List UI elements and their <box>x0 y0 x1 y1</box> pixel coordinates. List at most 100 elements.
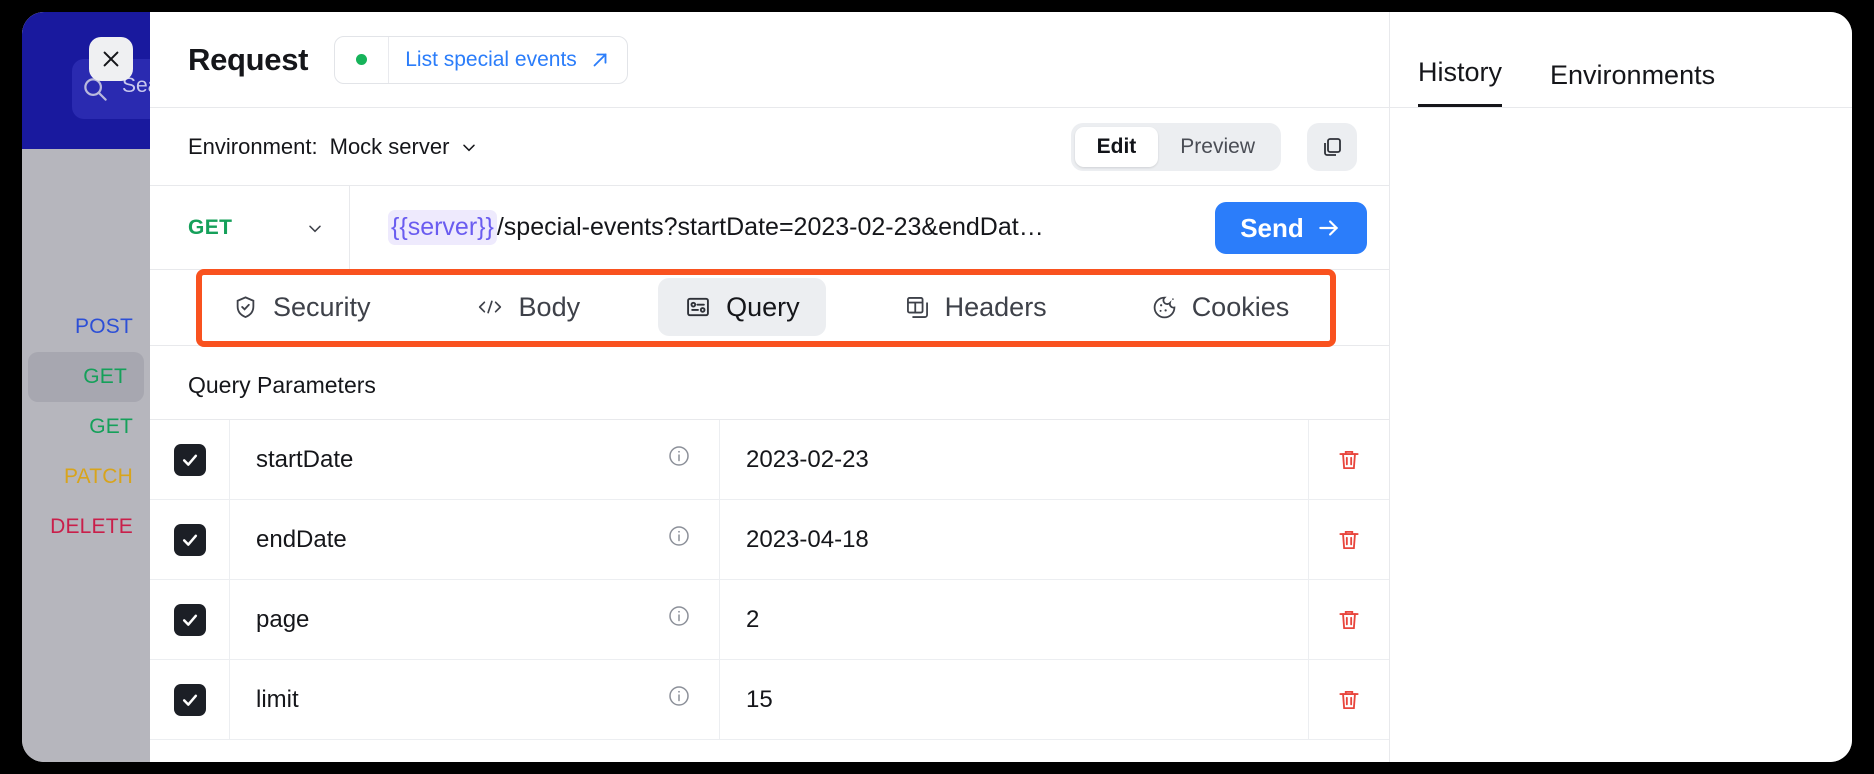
headers-icon <box>904 294 931 321</box>
chevron-down-icon <box>309 225 321 232</box>
request-tabs: Security Body Query Headers Cookies <box>206 278 1315 336</box>
preview-button[interactable]: Preview <box>1158 127 1277 167</box>
param-name: limit <box>256 685 299 713</box>
tab-headers[interactable]: Headers <box>878 278 1073 336</box>
param-value-cell[interactable]: 2023-04-18 <box>720 500 1309 579</box>
trash-icon <box>1339 530 1359 549</box>
copy-icon[interactable] <box>1307 123 1357 171</box>
tab-security-label: Security <box>273 291 371 322</box>
edit-preview-toggle: Edit Preview <box>1070 123 1281 171</box>
info-icon[interactable] <box>667 444 691 475</box>
environment-value: Mock server <box>329 133 450 159</box>
check-icon <box>182 694 197 706</box>
tab-security[interactable]: Security <box>206 278 397 336</box>
query-parameters-table: startDate 2023-02-23 endDate 2023-04-18 … <box>150 419 1389 740</box>
tab-body[interactable]: Body <box>449 278 607 336</box>
request-tabs-bar: Security Body Query Headers Cookies <box>150 269 1389 347</box>
info-icon[interactable] <box>667 524 691 555</box>
request-header: Request List special events <box>150 12 1389 108</box>
page-title: Request <box>188 41 309 77</box>
right-panel: History Environments <box>1390 12 1852 762</box>
param-name-cell[interactable]: page <box>230 580 720 659</box>
environment-select[interactable]: Mock server <box>330 134 480 160</box>
row-checkbox-cell <box>150 420 230 499</box>
environment-label: Environment: <box>188 133 318 159</box>
query-card-icon <box>684 293 712 321</box>
row-checkbox[interactable] <box>173 443 206 476</box>
delete-param-button[interactable] <box>1309 660 1389 739</box>
sidebar-method-patch[interactable]: PATCH <box>22 452 150 502</box>
table-row: limit 15 <box>150 660 1389 740</box>
table-row: startDate 2023-02-23 <box>150 420 1389 500</box>
table-row: endDate 2023-04-18 <box>150 500 1389 580</box>
request-link-chip[interactable]: List special events <box>334 35 628 84</box>
param-name-cell[interactable]: startDate <box>230 420 720 499</box>
tab-cookies-label: Cookies <box>1191 291 1290 322</box>
param-name-cell[interactable]: endDate <box>230 500 720 579</box>
param-name-cell[interactable]: limit <box>230 660 720 739</box>
request-panel: Request List special events Environment: <box>150 12 1390 762</box>
trash-icon <box>1339 610 1359 629</box>
param-name: endDate <box>256 525 347 553</box>
edit-button[interactable]: Edit <box>1074 127 1159 167</box>
send-label: Send <box>1240 212 1304 243</box>
param-value: 15 <box>746 685 773 713</box>
trash-icon <box>1339 450 1359 469</box>
method-select[interactable]: GET <box>150 186 350 269</box>
url-variable-chip: {{server}} <box>388 210 497 245</box>
param-value: 2023-04-18 <box>746 525 869 553</box>
sidebar-method-delete[interactable]: DELETE <box>22 502 150 552</box>
delete-param-button[interactable] <box>1309 420 1389 499</box>
query-parameters-title: Query Parameters <box>188 372 376 398</box>
environment-row: Environment: Mock server Edit Preview <box>150 108 1389 186</box>
delete-param-button[interactable] <box>1309 580 1389 659</box>
url-row: GET {{server}}/special-events?startDate=… <box>150 186 1389 270</box>
sidebar-method-get-selected[interactable]: GET <box>28 352 144 402</box>
trash-icon <box>1339 690 1359 709</box>
tab-cookies[interactable]: Cookies <box>1125 278 1316 336</box>
row-checkbox-cell <box>150 580 230 659</box>
arrow-right-icon <box>1319 220 1338 236</box>
send-button[interactable]: Send <box>1215 202 1367 254</box>
info-icon[interactable] <box>667 684 691 715</box>
code-icon <box>475 295 505 319</box>
close-icon[interactable] <box>89 37 133 81</box>
tab-history[interactable]: History <box>1418 57 1503 107</box>
table-row: page 2 <box>150 580 1389 660</box>
screen: Search POST GET GET PATCH DELETE Request <box>0 0 1874 774</box>
external-link-icon <box>589 49 627 71</box>
tab-headers-label: Headers <box>944 291 1047 322</box>
url-path: /special-events?startDate=2023-02-23&end… <box>496 213 1044 241</box>
status-dot-icon <box>356 54 368 65</box>
param-value-cell[interactable]: 2 <box>720 580 1309 659</box>
tab-environments[interactable]: Environments <box>1550 60 1715 107</box>
left-rail: Search POST GET GET PATCH DELETE <box>22 12 182 762</box>
cookie-icon <box>1151 294 1178 321</box>
check-icon <box>182 454 197 466</box>
row-checkbox[interactable] <box>173 523 206 556</box>
row-checkbox[interactable] <box>173 683 206 716</box>
tab-query[interactable]: Query <box>658 278 826 336</box>
param-name: page <box>256 605 310 633</box>
app-window: Search POST GET GET PATCH DELETE Request <box>22 12 1852 762</box>
sidebar-method-get[interactable]: GET <box>22 402 150 452</box>
info-icon[interactable] <box>667 604 691 635</box>
row-checkbox[interactable] <box>173 603 206 636</box>
sidebar-method-post[interactable]: POST <box>22 302 150 352</box>
check-icon <box>182 534 197 546</box>
param-value: 2 <box>746 605 760 633</box>
param-value-cell[interactable]: 2023-02-23 <box>720 420 1309 499</box>
row-checkbox-cell <box>150 500 230 579</box>
param-value: 2023-02-23 <box>746 445 869 473</box>
delete-param-button[interactable] <box>1309 500 1389 579</box>
status-dot-wrap <box>335 36 390 83</box>
tab-body-label: Body <box>518 291 581 322</box>
request-name-label: List special events <box>405 47 577 71</box>
tab-query-label: Query <box>726 291 800 322</box>
check-icon <box>182 614 197 626</box>
method-list: POST GET GET PATCH DELETE <box>22 302 150 552</box>
right-panel-tabs: History Environments <box>1390 12 1852 108</box>
method-value: GET <box>188 215 233 239</box>
chevron-down-icon <box>463 144 476 151</box>
param-value-cell[interactable]: 15 <box>720 660 1309 739</box>
